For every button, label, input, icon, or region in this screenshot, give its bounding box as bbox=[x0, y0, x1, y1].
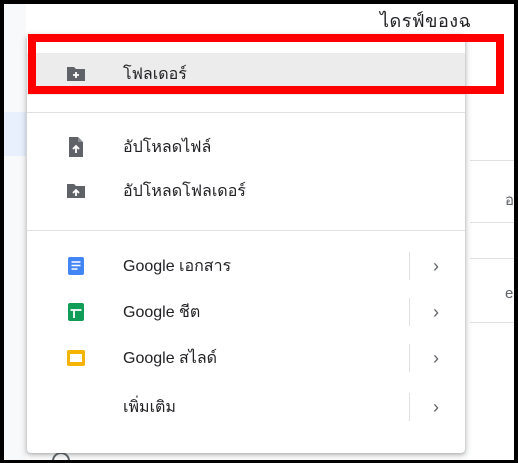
list-divider bbox=[470, 160, 514, 161]
frame-border bbox=[0, 0, 4, 463]
new-item-menu: โฟลเดอร์ อัปโหลดไฟล์ อัปโหลดโฟลเดอร์ Goo… bbox=[27, 35, 465, 453]
google-sheets-icon bbox=[65, 301, 87, 323]
chevron-right-icon[interactable]: › bbox=[433, 256, 439, 277]
background-text-fragment: e bbox=[505, 285, 514, 302]
submenu-separator bbox=[409, 344, 410, 372]
frame-border bbox=[514, 0, 518, 463]
submenu-separator bbox=[409, 393, 410, 421]
submenu-separator bbox=[409, 298, 410, 326]
menu-item-label: อัปโหลดไฟล์ bbox=[123, 138, 212, 156]
frame-border bbox=[0, 0, 518, 4]
chevron-right-icon[interactable]: › bbox=[433, 302, 439, 323]
annotation-highlight-box bbox=[28, 34, 504, 94]
menu-item-label: เพิ่มเติม bbox=[123, 398, 176, 416]
menu-item-google-docs[interactable]: Google เอกสาร › bbox=[27, 245, 465, 287]
menu-item-google-slides[interactable]: Google สไลด์ › bbox=[27, 337, 465, 379]
sidebar-active-highlight bbox=[4, 112, 26, 156]
folder-upload-icon bbox=[65, 180, 87, 202]
menu-item-label: Google ชีต bbox=[123, 303, 201, 321]
list-divider bbox=[470, 322, 514, 323]
google-slides-icon bbox=[65, 347, 87, 369]
menu-item-label: Google สไลด์ bbox=[123, 349, 218, 367]
chevron-right-icon[interactable]: › bbox=[433, 348, 439, 369]
list-divider bbox=[470, 222, 514, 223]
menu-item-label: อัปโหลดโฟลเดอร์ bbox=[123, 182, 246, 200]
menu-item-upload-folder[interactable]: อัปโหลดโฟลเดอร์ bbox=[27, 170, 465, 212]
menu-item-label: Google เอกสาร bbox=[123, 257, 232, 275]
menu-item-more[interactable]: เพิ่มเติม › bbox=[27, 386, 465, 428]
google-docs-icon bbox=[65, 255, 87, 277]
menu-item-upload-file[interactable]: อัปโหลดไฟล์ bbox=[27, 126, 465, 168]
file-upload-icon bbox=[65, 136, 87, 158]
menu-divider bbox=[27, 230, 465, 231]
menu-item-google-sheets[interactable]: Google ชีต › bbox=[27, 291, 465, 333]
chevron-right-icon[interactable]: › bbox=[433, 397, 439, 418]
submenu-separator bbox=[409, 252, 410, 280]
list-divider bbox=[470, 258, 514, 259]
page-title: ไดรฟ์ของฉ bbox=[380, 11, 472, 31]
screenshot-stage: ไดรฟ์ของฉ อ e โฟลเดอร์ อัปโหลดไฟล์ อัปโห… bbox=[0, 0, 518, 463]
sidebar-strip bbox=[4, 4, 26, 460]
background-text-fragment: อ bbox=[505, 192, 515, 209]
menu-divider bbox=[27, 112, 465, 113]
